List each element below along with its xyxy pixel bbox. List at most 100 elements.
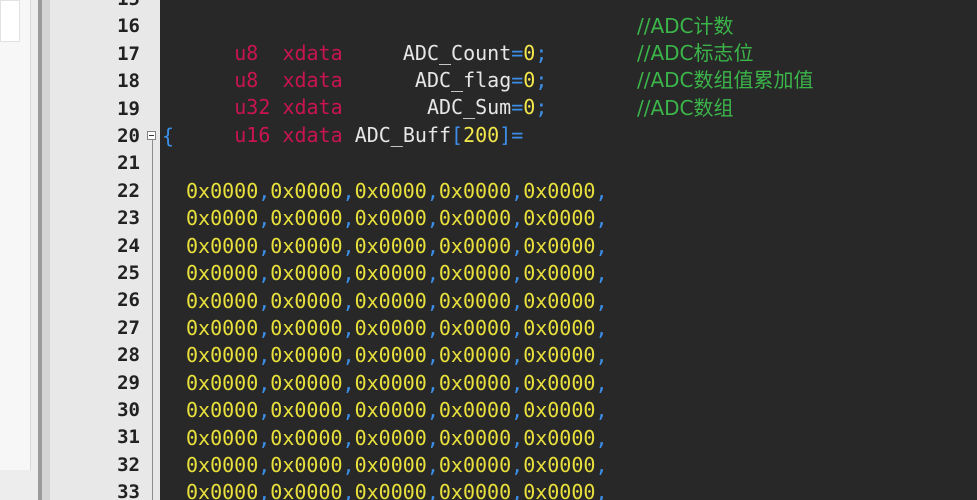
hex-value: 0x0000 xyxy=(186,453,259,477)
code-area[interactable]: u8 xdata ADC_Count=0; //ADC计数 u8 xdata A… xyxy=(160,0,977,500)
storage-qualifier: xdata xyxy=(282,123,343,147)
line-number: 20 xyxy=(117,125,140,147)
hex-value: 0x0000 xyxy=(186,425,259,450)
hex-value: 0x0000 xyxy=(523,316,596,340)
separator: , xyxy=(511,398,524,423)
hex-row: 0x0000,0x0000,0x0000,0x0000,0x0000, xyxy=(186,315,607,342)
separator: , xyxy=(258,370,271,395)
hex-value: 0x0000 xyxy=(186,480,259,500)
separator: , xyxy=(342,261,355,286)
open-brace: { xyxy=(162,124,175,148)
line-number: 30 xyxy=(117,399,140,421)
separator: , xyxy=(595,370,608,395)
hex-value: 0x0000 xyxy=(270,316,343,340)
hex-row: 0x0000,0x0000,0x0000,0x0000,0x0000, xyxy=(186,425,607,452)
separator: , xyxy=(595,453,608,477)
separator: , xyxy=(258,316,271,340)
separator: , xyxy=(426,206,439,231)
hex-value: 0x0000 xyxy=(523,425,596,450)
hex-value: 0x0000 xyxy=(523,453,596,477)
hex-row: 0x0000,0x0000,0x0000,0x0000,0x0000, xyxy=(186,479,607,500)
hex-value: 0x0000 xyxy=(354,288,427,313)
code-line-18: u32 xdata ADC_Sum=0; xyxy=(234,95,548,119)
hex-value: 0x0000 xyxy=(354,398,427,423)
separator: , xyxy=(595,206,608,231)
separator: , xyxy=(426,288,439,313)
separator: , xyxy=(595,261,608,286)
panel-scrollbar[interactable] xyxy=(0,0,31,470)
hex-value: 0x0000 xyxy=(270,206,343,231)
hex-value: 0x0000 xyxy=(270,398,343,423)
type-keyword: u16 xyxy=(234,123,271,147)
hex-value: 0x0000 xyxy=(354,370,427,395)
hex-value: 0x0000 xyxy=(523,206,596,231)
splitter-shadow xyxy=(42,0,50,500)
separator: , xyxy=(342,453,355,477)
separator: , xyxy=(426,343,439,368)
hex-row: 0x0000,0x0000,0x0000,0x0000,0x0000, xyxy=(186,178,607,205)
line-number: 29 xyxy=(117,371,140,394)
hex-value: 0x0000 xyxy=(438,233,512,258)
hex-value: 0x0000 xyxy=(438,261,512,286)
hex-value: 0x0000 xyxy=(186,370,259,395)
separator: , xyxy=(426,316,439,340)
line-number: 21 xyxy=(117,152,140,175)
hex-value: 0x0000 xyxy=(438,425,512,450)
separator: , xyxy=(426,398,439,423)
separator: , xyxy=(511,261,524,286)
separator: , xyxy=(595,179,608,203)
code-line-19: u16 xdata ADC_Buff[200]= xyxy=(234,123,524,147)
separator: , xyxy=(258,261,271,286)
hex-value: 0x0000 xyxy=(354,316,427,340)
hex-value: 0x0000 xyxy=(438,316,512,340)
line-number: 24 xyxy=(117,234,140,257)
fold-minus-icon[interactable] xyxy=(147,131,156,140)
separator: , xyxy=(511,316,524,340)
panel-scroll-thumb[interactable] xyxy=(0,0,20,42)
hex-row: 0x0000,0x0000,0x0000,0x0000,0x0000, xyxy=(186,342,607,369)
comment-line-17: //ADC标志位 xyxy=(637,41,754,65)
separator: , xyxy=(511,206,524,231)
hex-value: 0x0000 xyxy=(523,233,596,258)
line-number: 28 xyxy=(117,344,140,367)
separator: , xyxy=(258,398,271,423)
line-number: 22 xyxy=(117,179,140,202)
separator: , xyxy=(258,453,271,477)
line-number: 16 xyxy=(117,15,140,38)
hex-value: 0x0000 xyxy=(523,261,596,286)
separator: , xyxy=(511,179,524,203)
hex-value: 0x0000 xyxy=(354,453,427,477)
hex-value: 0x0000 xyxy=(186,233,259,258)
code-editor-window: 15 16 17 18 19 20 21 22 23 24 25 26 27 28 29 30 31 32 33 u… xyxy=(0,0,977,500)
hex-value: 0x0000 xyxy=(354,179,427,203)
separator: , xyxy=(342,233,355,258)
separator: , xyxy=(258,233,271,258)
separator: , xyxy=(426,179,439,203)
hex-value: 0x0000 xyxy=(354,261,427,286)
line-number: 31 xyxy=(117,426,140,449)
separator: , xyxy=(342,480,355,500)
separator: , xyxy=(342,343,355,368)
variable-name: ADC_Buff xyxy=(354,123,452,147)
hex-value: 0x0000 xyxy=(438,453,512,477)
separator: , xyxy=(595,233,608,258)
separator: , xyxy=(511,453,524,477)
code-line-17: u8 xdata ADC_flag=0; xyxy=(234,68,548,92)
hex-row: 0x0000,0x0000,0x0000,0x0000,0x0000, xyxy=(186,452,607,479)
hex-value: 0x0000 xyxy=(354,233,427,258)
line-number: 18 xyxy=(117,70,140,93)
separator: , xyxy=(426,480,439,500)
separator: , xyxy=(258,343,271,368)
hex-value: 0x0000 xyxy=(270,179,343,203)
line-number: 25 xyxy=(117,262,140,284)
hex-row: 0x0000,0x0000,0x0000,0x0000,0x0000, xyxy=(186,205,607,232)
separator: , xyxy=(595,288,608,313)
hex-value: 0x0000 xyxy=(186,288,259,313)
hex-row: 0x0000,0x0000,0x0000,0x0000,0x0000, xyxy=(186,260,607,287)
separator: , xyxy=(342,316,355,340)
hex-value: 0x0000 xyxy=(270,370,343,395)
separator: , xyxy=(511,480,524,500)
project-panel xyxy=(0,0,38,500)
line-number: 17 xyxy=(117,42,140,65)
hex-value: 0x0000 xyxy=(270,343,343,368)
